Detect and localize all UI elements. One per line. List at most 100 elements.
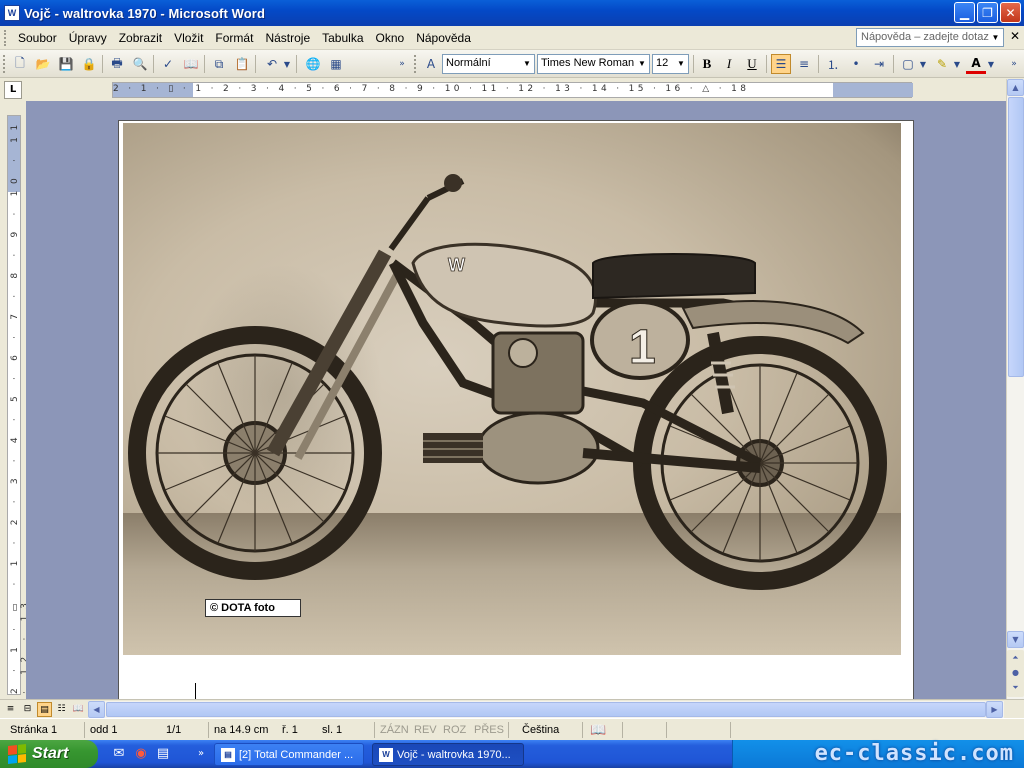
normal-view-icon[interactable]: ≡ — [3, 702, 18, 717]
horizontal-scrollbar[interactable]: ◀ ▶ — [88, 701, 1004, 718]
spelling-icon[interactable]: ✓ — [158, 54, 178, 74]
toolbar-grip[interactable] — [3, 55, 6, 73]
document-workspace[interactable]: W 1 © DOTA foto — [26, 101, 1006, 699]
highlight-dropdown-icon[interactable]: ▼ — [952, 54, 962, 74]
align-center-icon[interactable]: ≡ — [794, 54, 814, 74]
document-page[interactable]: W 1 © DOTA foto — [118, 120, 914, 699]
permission-icon[interactable]: 🔒 — [79, 54, 99, 74]
scroll-down-button[interactable]: ▼ — [1007, 631, 1024, 648]
menu-okno[interactable]: Okno — [370, 28, 411, 48]
taskbar-word-document[interactable]: W Vojč - waltrovka 1970... — [372, 743, 524, 766]
document-close-icon[interactable]: ✕ — [1010, 29, 1020, 43]
help-search-input[interactable]: Nápověda – zadejte dotaz ▼ — [856, 28, 1004, 47]
print-icon[interactable]: 🖶 — [107, 54, 127, 74]
close-button[interactable]: ✕ — [1000, 2, 1021, 23]
menu-napoveda[interactable]: Nápověda — [410, 28, 477, 48]
borders-dropdown-icon[interactable]: ▼ — [918, 54, 928, 74]
next-page-icon[interactable]: ⏷ — [1007, 680, 1024, 697]
tab-selector[interactable]: L — [4, 81, 22, 99]
scroll-up-button[interactable]: ▲ — [1007, 79, 1024, 96]
bulleted-list-icon[interactable]: • — [846, 54, 866, 74]
chevron-down-icon[interactable]: ▼ — [521, 56, 533, 72]
spelling-status-icon[interactable]: 📖 — [590, 722, 606, 738]
vertical-scroll-thumb[interactable] — [1008, 97, 1024, 377]
taskbar-total-commander[interactable]: ▤ [2] Total Commander ... — [214, 743, 364, 766]
toolbar-grip[interactable] — [414, 55, 417, 73]
chevron-down-icon[interactable]: ▼ — [675, 56, 687, 72]
status-page[interactable]: Stránka 1 — [10, 722, 57, 738]
motorcycle-photo[interactable]: W 1 © DOTA foto — [123, 123, 901, 655]
menu-format[interactable]: Formát — [209, 28, 259, 48]
toolbar-options-icon[interactable]: » — [396, 54, 408, 74]
numbered-list-icon[interactable]: ⒈ — [823, 54, 843, 74]
menu-vlozit[interactable]: Vložit — [168, 28, 209, 48]
start-label: Start — [32, 745, 69, 762]
tank-logo: W — [448, 255, 465, 275]
system-tray[interactable]: ec-classic.com — [732, 740, 1024, 768]
horizontal-ruler[interactable]: 2 · 1 · ▯ · 1 · 2 · 3 · 4 · 5 · 6 · 7 · … — [112, 82, 913, 98]
borders-icon[interactable]: ▢ — [898, 54, 918, 74]
menu-zobrazit[interactable]: Zobrazit — [113, 28, 168, 48]
styles-formatting-icon[interactable]: A — [421, 54, 441, 74]
menubar-grip[interactable] — [4, 29, 8, 46]
status-rev[interactable]: REV — [414, 722, 437, 738]
style-select[interactable]: Normální ▼ — [442, 54, 535, 74]
research-icon[interactable]: 📖 — [181, 54, 201, 74]
status-column[interactable]: sl. 1 — [322, 722, 342, 738]
quicklaunch-more-icon[interactable]: » — [192, 745, 210, 763]
quicklaunch-app-icon[interactable]: ▤ — [154, 745, 172, 763]
menu-nastroje[interactable]: Nástroje — [259, 28, 316, 48]
menu-tabulka[interactable]: Tabulka — [316, 28, 369, 48]
align-left-icon[interactable]: ☰ — [771, 54, 791, 74]
reading-layout-icon[interactable]: 📖 — [71, 702, 86, 717]
status-line[interactable]: ř. 1 — [282, 722, 298, 738]
title-bar[interactable]: W Vojč - waltrovka 1970 - Microsoft Word… — [0, 0, 1024, 26]
font-color-dropdown-icon[interactable]: ▼ — [986, 54, 996, 74]
outline-view-icon[interactable]: ☷ — [54, 702, 69, 717]
toolbar-options-icon[interactable]: » — [1008, 54, 1020, 74]
status-ext[interactable]: ROZ — [443, 722, 466, 738]
word-app-icon[interactable]: W — [4, 5, 20, 21]
toolbar-separator — [296, 55, 297, 73]
web-layout-icon[interactable]: ⊟ — [20, 702, 35, 717]
hyperlink-icon[interactable]: 🌐 — [303, 54, 323, 74]
insert-table-icon[interactable]: ▦ — [326, 54, 346, 74]
highlight-icon[interactable]: ✎ — [932, 54, 952, 74]
email-icon[interactable]: ✉ — [110, 745, 128, 763]
font-color-icon[interactable]: A — [966, 54, 986, 74]
status-rec[interactable]: ZÁZN — [380, 722, 409, 738]
bold-button[interactable]: B — [697, 54, 717, 74]
minimize-button[interactable]: ▁ — [954, 2, 975, 23]
status-position[interactable]: na 14.9 cm — [214, 722, 268, 738]
restore-button[interactable]: ❐ — [977, 2, 998, 23]
save-icon[interactable]: 💾 — [56, 54, 76, 74]
undo-icon[interactable]: ↶ — [262, 54, 282, 74]
status-language[interactable]: Čeština — [522, 722, 559, 738]
scroll-right-button[interactable]: ▶ — [986, 701, 1003, 718]
status-ovr[interactable]: PŘES — [474, 722, 504, 738]
horizontal-scroll-thumb[interactable] — [106, 702, 986, 717]
status-section[interactable]: odd 1 — [90, 722, 118, 738]
status-page-of[interactable]: 1/1 — [166, 722, 181, 738]
open-folder-icon[interactable]: 📂 — [33, 54, 53, 74]
browser-icon[interactable]: ◉ — [132, 745, 150, 763]
chevron-down-icon[interactable]: ▼ — [989, 30, 1002, 45]
scroll-left-button[interactable]: ◀ — [88, 701, 105, 718]
chevron-down-icon[interactable]: ▼ — [636, 56, 648, 72]
undo-dropdown-icon[interactable]: ▼ — [282, 54, 292, 74]
menu-soubor[interactable]: Soubor — [12, 28, 63, 48]
indent-icon[interactable]: ⇥ — [869, 54, 889, 74]
menu-upravy[interactable]: Úpravy — [63, 28, 113, 48]
start-button[interactable]: Start — [0, 740, 98, 768]
new-document-icon[interactable]: 🗋 — [10, 54, 30, 74]
print-preview-icon[interactable]: 🔍 — [130, 54, 150, 74]
vertical-scrollbar[interactable]: ▲ ▼ ⏶ ● ⏷ — [1006, 79, 1024, 699]
font-size-select[interactable]: 12 ▼ — [652, 54, 689, 74]
underline-button[interactable]: U — [742, 54, 762, 74]
copy-icon[interactable]: ⧉ — [209, 54, 229, 74]
paste-icon[interactable]: 📋 — [232, 54, 252, 74]
print-layout-icon[interactable]: ▤ — [37, 702, 52, 717]
italic-button[interactable]: I — [719, 54, 739, 74]
font-select[interactable]: Times New Roman ▼ — [537, 54, 650, 74]
vertical-ruler[interactable]: 2 · 1 · ▯ · 1 · 2 · 3 · 4 · 5 · 6 · 7 · … — [7, 115, 30, 695]
